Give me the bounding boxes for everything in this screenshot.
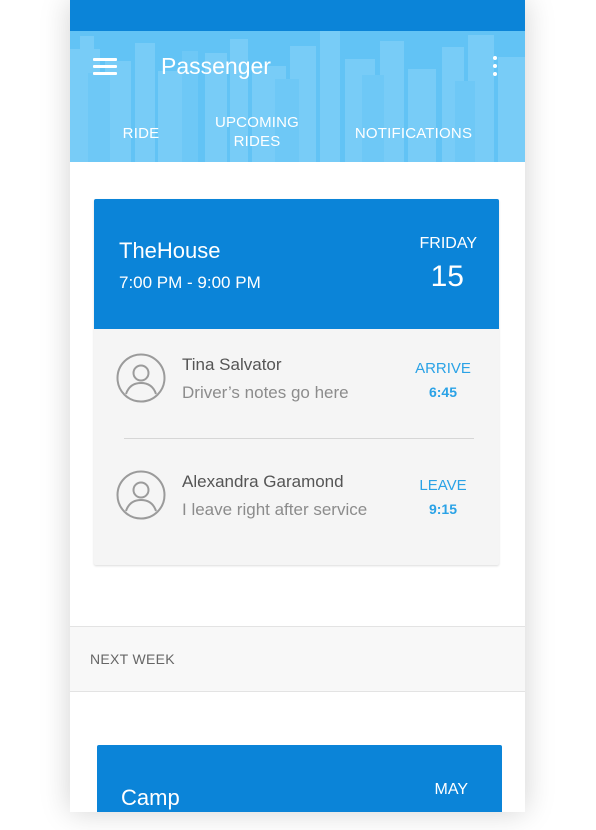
app-bar: Passenger RIDE UPCOMING RIDES NOTIFICATI… bbox=[70, 31, 525, 162]
phone-screen: Passenger RIDE UPCOMING RIDES NOTIFICATI… bbox=[70, 0, 525, 812]
more-vertical-icon[interactable] bbox=[491, 56, 499, 78]
user-avatar-icon bbox=[116, 470, 166, 520]
rider-action: ARRIVE bbox=[415, 360, 471, 377]
tab-upcoming-line2: RIDES bbox=[233, 133, 281, 150]
event-day: FRIDAY bbox=[419, 235, 477, 252]
row-divider bbox=[124, 438, 474, 439]
rider-action: LEAVE bbox=[419, 477, 467, 494]
rider-action-time: 9:15 bbox=[428, 501, 458, 517]
event-time: 7:00 PM - 9:00 PM bbox=[119, 273, 261, 292]
status-bar bbox=[70, 0, 525, 31]
user-avatar-icon bbox=[116, 353, 166, 403]
rider-name: Alexandra Garamond bbox=[182, 472, 344, 491]
event-name: Camp bbox=[121, 785, 180, 810]
rider-row[interactable]: Alexandra Garamond I leave right after s… bbox=[94, 454, 499, 554]
rider-note: I leave right after service bbox=[182, 500, 368, 519]
tab-upcoming-rides[interactable]: UPCOMING RIDES bbox=[198, 113, 316, 151]
hamburger-menu-icon[interactable] bbox=[93, 58, 117, 76]
section-label: NEXT WEEK bbox=[90, 651, 175, 667]
ride-event-card[interactable]: Camp MAY bbox=[97, 745, 502, 812]
rider-name: Tina Salvator bbox=[182, 355, 282, 374]
section-header-next-week: NEXT WEEK bbox=[70, 626, 525, 692]
rider-action-time: 6:45 bbox=[428, 384, 458, 400]
app-title: Passenger bbox=[161, 53, 271, 79]
ride-event-card[interactable]: TheHouse 7:00 PM - 9:00 PM FRIDAY 15 Tin… bbox=[94, 199, 499, 565]
rider-row[interactable]: Tina Salvator Driver’s notes go here ARR… bbox=[94, 337, 499, 437]
event-header: TheHouse 7:00 PM - 9:00 PM FRIDAY 15 bbox=[94, 199, 499, 329]
event-month: MAY bbox=[434, 781, 468, 798]
rider-note: Driver’s notes go here bbox=[182, 383, 349, 402]
event-name: TheHouse bbox=[119, 238, 221, 263]
tab-upcoming-line1: UPCOMING bbox=[214, 114, 300, 131]
tab-ride[interactable]: RIDE bbox=[108, 125, 174, 142]
event-date: 15 bbox=[430, 260, 464, 293]
tab-notifications[interactable]: NOTIFICATIONS bbox=[340, 125, 487, 142]
